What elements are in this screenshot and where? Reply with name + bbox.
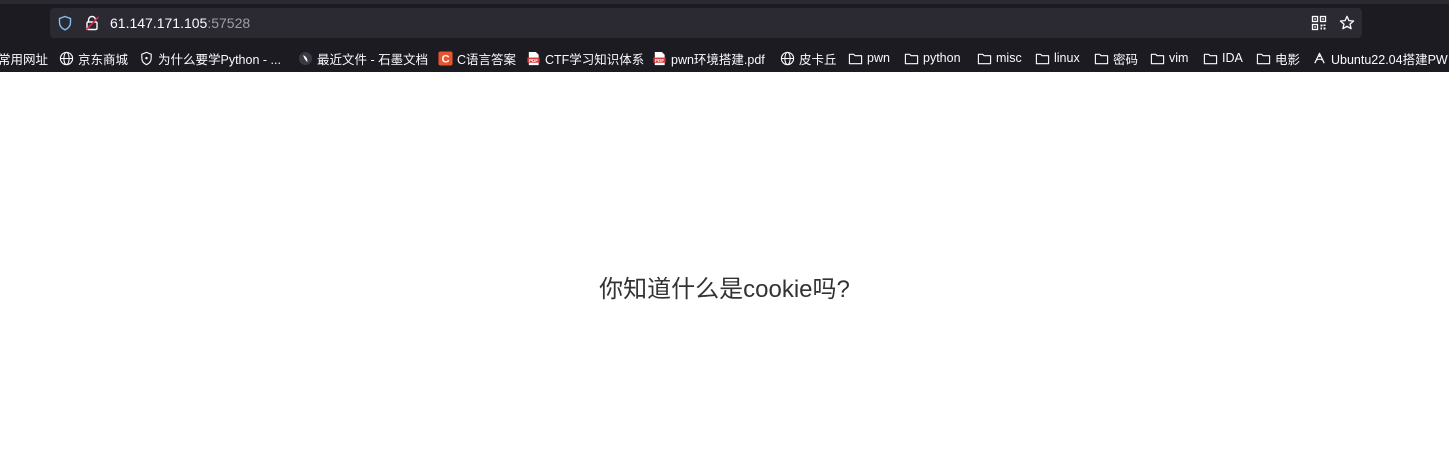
folder-icon [1035, 53, 1050, 64]
bookmark-label: linux [1054, 51, 1080, 65]
bookmark-label: 常用网址 [0, 52, 49, 67]
bookmark-jd-mall[interactable]: 京东商城 [59, 49, 128, 67]
globe-icon [780, 51, 795, 65]
bookmark-label: pwn环境搭建.pdf [671, 52, 765, 67]
bookmark-pikachu[interactable]: 皮卡丘 [780, 49, 837, 67]
bookmark-label: 为什么要学Python - ... [158, 52, 281, 67]
browser-chrome: 61.147.171.105:57528 常用网址 京东商城 为什么要学Pyth… [0, 0, 1449, 72]
bookmark-label: 最近文件 - 石墨文档 [317, 52, 429, 67]
bookmark-ubuntu-pwn-setup[interactable]: Ubuntu22.04搭建PW [1312, 49, 1448, 67]
bookmark-label: python [923, 51, 961, 65]
folder-icon [1094, 53, 1109, 64]
folder-icon [1150, 53, 1165, 64]
bookmark-folder-vim[interactable]: vim [1150, 49, 1188, 67]
bookmark-label: 电影 [1275, 52, 1301, 67]
bookmark-why-learn-python[interactable]: 为什么要学Python - ... [139, 49, 281, 67]
bookmark-label: vim [1169, 51, 1189, 65]
url-host: 61.147.171.105 [110, 15, 208, 31]
bookmark-ctf-knowledge[interactable]: PDF CTF学习知识体系 [526, 49, 644, 67]
bookmark-shimo-recent-files[interactable]: 最近文件 - 石墨文档 [298, 49, 428, 67]
bookmark-folder-ida[interactable]: IDA [1203, 49, 1243, 67]
folder-icon [848, 53, 863, 64]
globe-icon [59, 51, 74, 65]
shield-icon [141, 51, 152, 65]
bookmarks-toolbar: 常用网址 京东商城 为什么要学Python - ... 最近文件 - 石墨文档 [0, 44, 1449, 72]
bookmark-label: 密码 [1113, 52, 1139, 67]
bookmark-label: pwn [867, 51, 890, 65]
bookmark-folder-python[interactable]: python [904, 49, 961, 67]
tab-strip-edge [0, 0, 1449, 4]
pdf-icon: PDF [527, 51, 540, 65]
insecure-lock-icon[interactable] [84, 15, 100, 31]
page-content: 你知道什么是cookie吗? [0, 72, 1449, 463]
bookmark-label: C语言答案 [457, 52, 517, 67]
bookmark-folder-linux[interactable]: linux [1035, 49, 1080, 67]
bookmark-label: IDA [1222, 51, 1243, 65]
address-bar[interactable]: 61.147.171.105:57528 [50, 8, 1362, 38]
bookmark-label: CTF学习知识体系 [545, 52, 645, 67]
pdf-icon: PDF [653, 51, 666, 65]
url-text[interactable]: 61.147.171.105:57528 [110, 14, 250, 32]
svg-text:PDF: PDF [529, 57, 538, 62]
bookmark-folder-pwn[interactable]: pwn [848, 49, 890, 67]
folder-icon [1256, 53, 1271, 64]
bookmark-folder-misc[interactable]: misc [977, 49, 1022, 67]
url-port: :57528 [207, 15, 251, 31]
bookmark-folder-crypto[interactable]: 密码 [1094, 49, 1138, 67]
folder-icon [1203, 53, 1218, 64]
cookie-question-text: 你知道什么是cookie吗? [599, 276, 850, 303]
tracking-protection-shield-icon[interactable] [57, 15, 73, 31]
bookmark-pwn-env-pdf[interactable]: PDF pwn环境搭建.pdf [652, 49, 765, 67]
c-logo-icon: C [438, 50, 453, 65]
svg-text:PDF: PDF [655, 57, 664, 62]
ubuntu-icon [1314, 52, 1325, 63]
folder-icon [977, 53, 992, 64]
svg-text:C: C [441, 53, 449, 65]
bookmark-常用网址[interactable]: 常用网址 [0, 49, 48, 67]
bookmark-label: misc [996, 51, 1022, 65]
folder-icon [904, 53, 919, 64]
bookmark-folder-movies[interactable]: 电影 [1256, 49, 1300, 67]
bookmark-c-answers[interactable]: C C语言答案 [438, 49, 516, 67]
bookmark-label: Ubuntu22.04搭建PW [1331, 52, 1448, 67]
bookmark-label: 京东商城 [78, 52, 129, 67]
bookmark-star-icon[interactable] [1339, 15, 1355, 31]
bookmark-label: 皮卡丘 [799, 52, 837, 67]
qr-code-icon[interactable] [1311, 15, 1327, 31]
shimo-icon [298, 51, 313, 65]
